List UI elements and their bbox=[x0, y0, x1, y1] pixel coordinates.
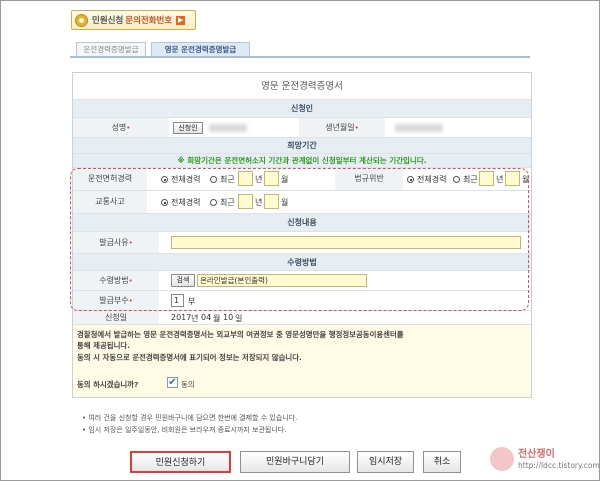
consent-text-3: 동의 시 자동으로 운전경력증명서에 표기되어 정보는 저장되지 않습니다. bbox=[77, 353, 302, 362]
agree-checkbox[interactable]: ✔ bbox=[167, 377, 178, 388]
tab-underline bbox=[70, 56, 530, 58]
basket-button[interactable]: 민원바구니담기 bbox=[240, 451, 350, 473]
submit-button[interactable]: 민원신청하기 bbox=[130, 451, 231, 473]
watermark-url: http://ldcc.tistory.com bbox=[518, 461, 600, 470]
apply-year: 2017 bbox=[171, 313, 192, 322]
consent-question: 동의 하시겠습니까? bbox=[77, 380, 139, 389]
inquiry-phone-button[interactable]: 민원신청 문의전화번호 ▶ bbox=[71, 10, 196, 30]
birth-label-text: 생년월일 bbox=[325, 123, 355, 132]
cancel-button[interactable]: 취소 bbox=[423, 451, 461, 473]
apply-date-label: 신청일 bbox=[73, 311, 159, 324]
required-mark: • bbox=[354, 124, 359, 132]
consent-box: 경찰청에서 발급하는 영문 운전경력증명서는 외교부의 여권정보 중 영문성명만… bbox=[73, 325, 531, 397]
applicant-section-header: 신청인 bbox=[73, 100, 531, 118]
birth-value-blurred bbox=[395, 124, 443, 132]
notes: • 여러 건을 신청할 경우 민원바구니에 담으면 한번에 결제할 수 있습니다… bbox=[82, 412, 297, 436]
apply-day: 10 bbox=[223, 313, 234, 322]
apply-month-unit: 월 bbox=[213, 314, 221, 323]
consent-text-1: 경찰청에서 발급하는 영문 운전경력증명서는 외교부의 여권정보 중 영문성명만… bbox=[77, 330, 404, 339]
apply-date-row: 신청일 2017 년 04 월 10 일 bbox=[73, 311, 531, 325]
highlight-dashed-box bbox=[70, 168, 529, 311]
name-value-blurred bbox=[209, 124, 247, 132]
arrow-right-icon: ▶ bbox=[176, 15, 186, 25]
watermark-logo-icon bbox=[490, 447, 514, 471]
applicant-row: 성명• 신청인 생년월일• bbox=[73, 118, 531, 138]
headset-icon bbox=[75, 13, 88, 27]
note-item: • 임시 저장은 일주일동안, 비회원은 브라우져 종료시까지 보관됩니다. bbox=[82, 426, 287, 434]
note-item: • 여러 건을 신청할 경우 민원바구니에 담으면 한번에 결제할 수 있습니다… bbox=[82, 414, 298, 422]
tab-english-driving-record[interactable]: 영문 운전경력증명발급 bbox=[151, 42, 250, 57]
name-label-text: 성명 bbox=[111, 123, 127, 132]
inquiry-label-civil: 민원신청 bbox=[92, 16, 124, 26]
form-title: 영문 운전경력증명서 bbox=[73, 73, 531, 100]
temp-save-button[interactable]: 임시저장 bbox=[357, 451, 414, 473]
apply-day-unit: 일 bbox=[235, 314, 243, 323]
birth-label: 생년월일• bbox=[299, 118, 385, 137]
watermark-name: 전산쟁이 bbox=[518, 449, 555, 460]
required-mark: • bbox=[126, 124, 131, 132]
inquiry-label-phone: 문의전화번호 bbox=[125, 16, 173, 26]
period-notice: ※ 희망기간은 운전면허소지 기간과 관계없이 신청일부터 계산되는 기간입니다… bbox=[73, 154, 531, 168]
consent-text-2: 통해 제공됩니다. bbox=[77, 341, 130, 350]
agree-label: 동의 bbox=[181, 380, 195, 389]
apply-year-unit: 년 bbox=[191, 314, 199, 323]
tab-driving-record[interactable]: 운전경력증명발급 bbox=[76, 42, 146, 57]
applicant-button[interactable]: 신청인 bbox=[173, 122, 203, 134]
period-section-header: 희망기간 bbox=[73, 138, 531, 154]
apply-month: 04 bbox=[201, 313, 212, 322]
name-label: 성명• bbox=[73, 118, 169, 137]
